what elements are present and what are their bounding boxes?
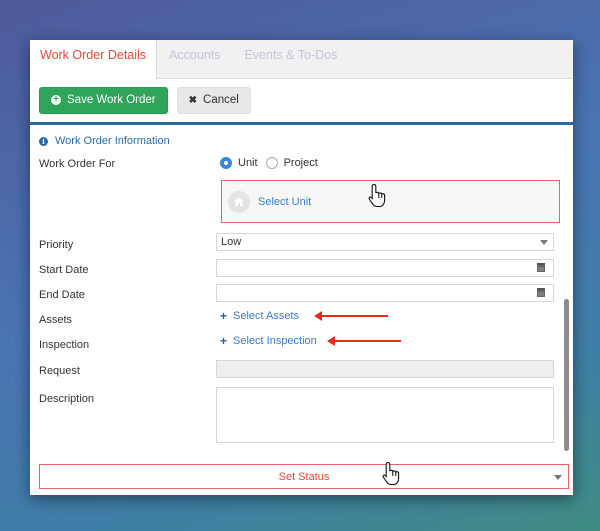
set-status-label: Set Status (278, 470, 330, 483)
scrollbar[interactable] (564, 299, 569, 451)
plus-icon: + (220, 309, 228, 323)
plus-circle-icon: + (51, 95, 61, 105)
priority-value: Low (221, 236, 242, 248)
calendar-icon[interactable] (537, 288, 545, 297)
start-date-input[interactable] (216, 259, 554, 277)
radio-project[interactable] (265, 157, 278, 169)
select-inspection-label: Select Inspection (233, 335, 317, 347)
radio-unit-label[interactable]: Unit (238, 157, 258, 169)
hand-cursor-icon (368, 183, 386, 208)
tab-accounts[interactable]: Accounts (157, 40, 232, 79)
toolbar: + Save Work Order ✖ Cancel (30, 79, 573, 121)
chevron-down-icon (554, 475, 562, 480)
radio-project-label[interactable]: Project (284, 157, 318, 169)
work-order-window: Work Order Details Accounts Events & To-… (30, 40, 573, 495)
select-assets-label: Select Assets (233, 310, 300, 322)
annotation-arrow-left-icon (327, 336, 401, 346)
select-unit-button[interactable]: Select Unit (221, 180, 560, 223)
assets-label: Assets (39, 314, 73, 326)
work-order-for-radio-group: Unit Project (220, 157, 326, 169)
annotation-arrow-left-icon (314, 311, 388, 321)
cancel-button[interactable]: ✖ Cancel (176, 86, 251, 114)
radio-unit[interactable] (220, 157, 232, 169)
description-textarea[interactable] (216, 387, 554, 443)
tab-divider (158, 78, 573, 79)
form-content: i Work Order Information Work Order For … (30, 125, 573, 495)
section-title-text: Work Order Information (55, 135, 170, 147)
chevron-down-icon (540, 240, 548, 245)
tab-bar: Work Order Details Accounts Events & To-… (30, 40, 573, 79)
request-input (216, 360, 554, 378)
home-icon (228, 190, 250, 213)
save-button-label: Save Work Order (67, 94, 156, 106)
hand-cursor-icon (382, 461, 400, 486)
section-title: i Work Order Information (39, 135, 170, 147)
set-status-select[interactable]: Set Status (39, 464, 569, 489)
description-label: Description (39, 393, 95, 405)
save-work-order-button[interactable]: + Save Work Order (39, 86, 168, 114)
inspection-label: Inspection (39, 339, 90, 351)
cancel-button-label: Cancel (203, 94, 239, 106)
tab-events-todos[interactable]: Events & To-Dos (232, 40, 349, 79)
plus-icon: + (220, 334, 228, 348)
priority-label: Priority (39, 239, 74, 251)
end-date-label: End Date (39, 289, 85, 301)
end-date-input[interactable] (216, 284, 554, 302)
tab-work-order-details[interactable]: Work Order Details (30, 40, 158, 79)
select-inspection-link[interactable]: + Select Inspection (220, 334, 317, 348)
start-date-label: Start Date (39, 264, 89, 276)
select-assets-link[interactable]: + Select Assets (220, 309, 299, 323)
select-unit-label: Select Unit (258, 195, 312, 208)
work-order-for-label: Work Order For (39, 158, 116, 170)
info-icon: i (39, 136, 48, 146)
request-label: Request (39, 365, 80, 377)
x-icon: ✖ (188, 94, 198, 106)
calendar-icon[interactable] (537, 263, 545, 272)
priority-select[interactable]: Low (216, 233, 554, 251)
